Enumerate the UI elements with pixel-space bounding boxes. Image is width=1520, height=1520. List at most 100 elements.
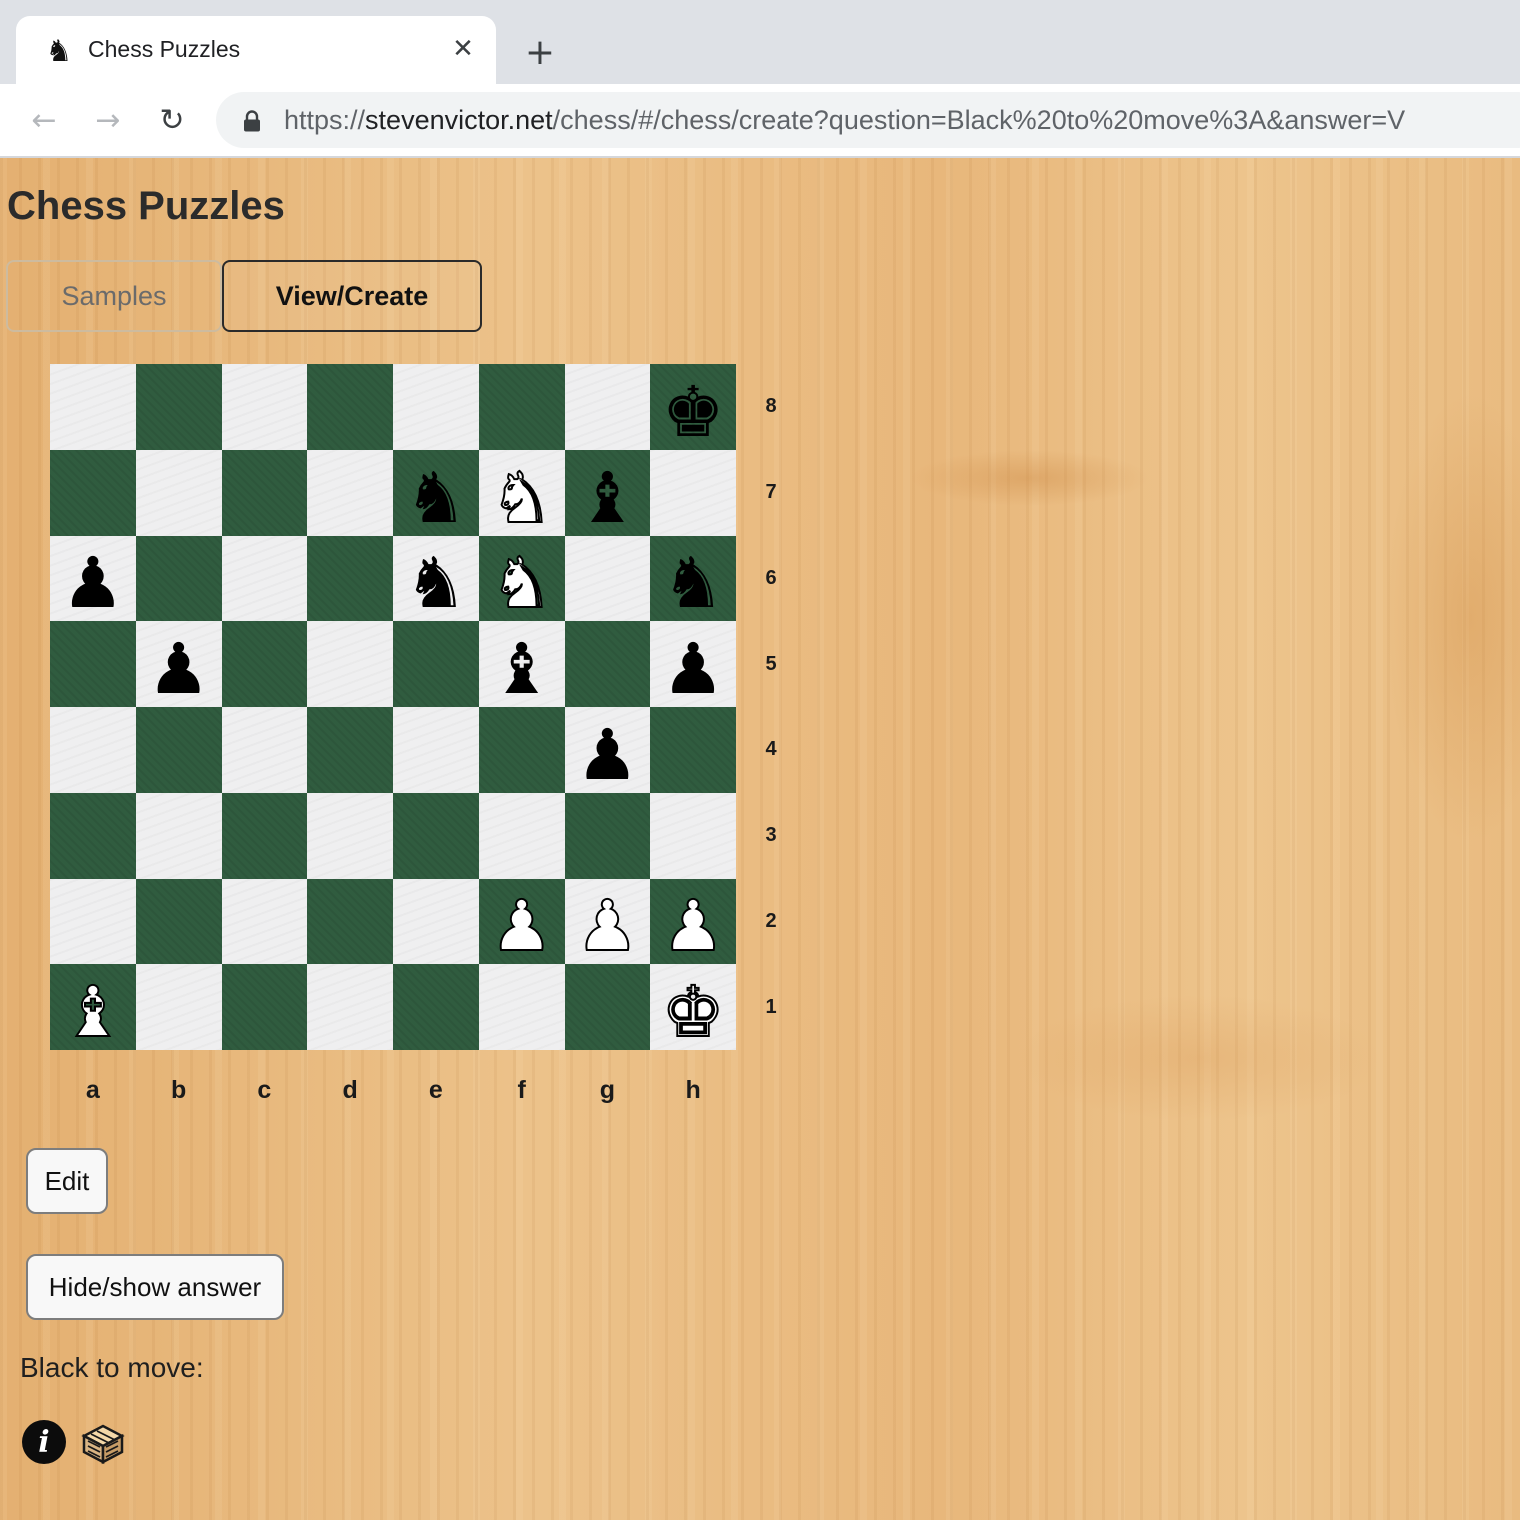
info-icon[interactable]: i — [22, 1420, 66, 1464]
square-b4[interactable] — [135, 707, 222, 793]
rank-labels: 8 7 6 5 4 3 2 1 — [756, 364, 786, 1050]
white-bishop-icon[interactable]: ♝︎ — [60, 967, 125, 1048]
square-c3[interactable] — [221, 792, 308, 879]
square-a2[interactable] — [50, 878, 136, 965]
white-pawn-icon[interactable]: ♟︎ — [489, 881, 554, 962]
square-g8[interactable] — [564, 364, 651, 450]
square-b5[interactable]: ♟︎ — [135, 621, 222, 707]
square-b1[interactable] — [135, 964, 222, 1050]
black-knight-icon[interactable]: ♞︎ — [662, 538, 725, 618]
square-a8[interactable] — [50, 364, 136, 450]
edit-button[interactable]: Edit — [26, 1148, 108, 1214]
square-e5[interactable] — [393, 621, 479, 707]
browser-toolbar: ← → ↻ https://stevenvictor.net/chess/#/c… — [0, 84, 1520, 158]
new-tab-icon[interactable]: + — [520, 32, 560, 73]
square-b8[interactable] — [135, 364, 222, 450]
square-e2[interactable] — [393, 878, 479, 965]
black-knight-icon[interactable]: ♞︎ — [404, 453, 467, 533]
white-king-icon[interactable]: ♚︎ — [661, 967, 726, 1048]
square-f4[interactable] — [478, 707, 565, 793]
square-e1[interactable] — [393, 964, 479, 1050]
square-h8[interactable]: ♚︎ — [650, 364, 736, 450]
square-a6[interactable]: ♟︎ — [50, 535, 136, 622]
white-knight-icon[interactable]: ♞︎ — [489, 538, 554, 619]
back-icon[interactable]: ← — [24, 100, 64, 140]
black-pawn-icon[interactable]: ♟︎ — [662, 624, 725, 704]
url-text: https://stevenvictor.net/chess/#/chess/c… — [284, 105, 1405, 136]
white-pawn-icon[interactable]: ♟︎ — [575, 881, 640, 962]
page-title: Chess Puzzles — [7, 184, 285, 228]
square-c5[interactable] — [221, 621, 308, 707]
black-knight-icon[interactable]: ♞︎ — [404, 538, 467, 618]
square-g4[interactable]: ♟︎ — [564, 707, 651, 793]
file-label: f — [517, 1075, 526, 1104]
address-bar[interactable]: https://stevenvictor.net/chess/#/chess/c… — [216, 92, 1520, 148]
square-d7[interactable] — [307, 449, 393, 536]
square-e6[interactable]: ♞︎ — [393, 535, 479, 622]
black-pawn-icon[interactable]: ♟︎ — [61, 538, 124, 618]
square-b7[interactable] — [135, 449, 222, 536]
square-f2[interactable]: ♟︎ — [478, 878, 565, 965]
black-bishop-icon[interactable]: ♝︎ — [490, 624, 553, 704]
square-b3[interactable] — [135, 792, 222, 879]
square-h7[interactable] — [650, 449, 736, 536]
square-a7[interactable] — [50, 449, 136, 536]
square-f3[interactable] — [478, 792, 565, 879]
close-tab-icon[interactable]: ✕ — [446, 32, 480, 66]
square-d5[interactable] — [307, 621, 393, 707]
square-g6[interactable] — [564, 535, 651, 622]
square-c6[interactable] — [221, 535, 308, 622]
square-h4[interactable] — [650, 707, 736, 793]
square-d3[interactable] — [307, 792, 393, 879]
square-b6[interactable] — [135, 535, 222, 622]
square-b2[interactable] — [135, 878, 222, 965]
square-a5[interactable] — [50, 621, 136, 707]
white-knight-icon[interactable]: ♞︎ — [489, 453, 554, 534]
browser-tab[interactable]: ♞ Chess Puzzles ✕ — [16, 16, 496, 84]
square-h5[interactable]: ♟︎ — [650, 621, 736, 707]
square-g5[interactable] — [564, 621, 651, 707]
square-f8[interactable] — [478, 364, 565, 450]
square-d1[interactable] — [307, 964, 393, 1050]
square-h1[interactable]: ♚︎ — [650, 964, 736, 1050]
square-e7[interactable]: ♞︎ — [393, 449, 479, 536]
square-e3[interactable] — [393, 792, 479, 879]
square-f5[interactable]: ♝︎ — [478, 621, 565, 707]
square-c1[interactable] — [221, 964, 308, 1050]
black-bishop-icon[interactable]: ♝︎ — [576, 453, 639, 533]
black-pawn-icon[interactable]: ♟︎ — [576, 710, 639, 790]
chess-board[interactable]: ♚︎ ♞︎ ♞︎ ♝︎ ♟︎ ♞︎ ♞︎ ♞︎ ♟︎ ♝︎ ♟︎ ♟︎ ♟︎ ♟︎ ♟︎ ♝︎ ♚︎ — [50, 364, 736, 1050]
lichess-icon[interactable] — [80, 1420, 126, 1466]
forward-icon[interactable]: → — [88, 100, 128, 140]
square-d2[interactable] — [307, 878, 393, 965]
square-a3[interactable] — [50, 792, 136, 879]
square-f1[interactable] — [478, 964, 565, 1050]
square-e8[interactable] — [393, 364, 479, 450]
square-g1[interactable] — [564, 964, 651, 1050]
square-d4[interactable] — [307, 707, 393, 793]
square-e4[interactable] — [393, 707, 479, 793]
square-g3[interactable] — [564, 792, 651, 879]
square-a4[interactable] — [50, 707, 136, 793]
reload-icon[interactable]: ↻ — [152, 100, 192, 140]
square-c7[interactable] — [221, 449, 308, 536]
square-g2[interactable]: ♟︎ — [564, 878, 651, 965]
square-h2[interactable]: ♟︎ — [650, 878, 736, 965]
hide-show-answer-button[interactable]: Hide/show answer — [26, 1254, 284, 1320]
black-king-icon[interactable]: ♚︎ — [662, 367, 725, 447]
white-pawn-icon[interactable]: ♟︎ — [661, 881, 726, 962]
square-a1[interactable]: ♝︎ — [50, 964, 136, 1050]
square-g7[interactable]: ♝︎ — [564, 449, 651, 536]
square-d8[interactable] — [307, 364, 393, 450]
tab-view-create[interactable]: View/Create — [222, 260, 482, 332]
square-c2[interactable] — [221, 878, 308, 965]
square-h6[interactable]: ♞︎ — [650, 535, 736, 622]
square-d6[interactable] — [307, 535, 393, 622]
square-h3[interactable] — [650, 792, 736, 879]
square-f6[interactable]: ♞︎ — [478, 535, 565, 622]
black-pawn-icon[interactable]: ♟︎ — [147, 624, 210, 704]
square-f7[interactable]: ♞︎ — [478, 449, 565, 536]
tab-samples[interactable]: Samples — [6, 260, 222, 332]
square-c8[interactable] — [221, 364, 308, 450]
square-c4[interactable] — [221, 707, 308, 793]
